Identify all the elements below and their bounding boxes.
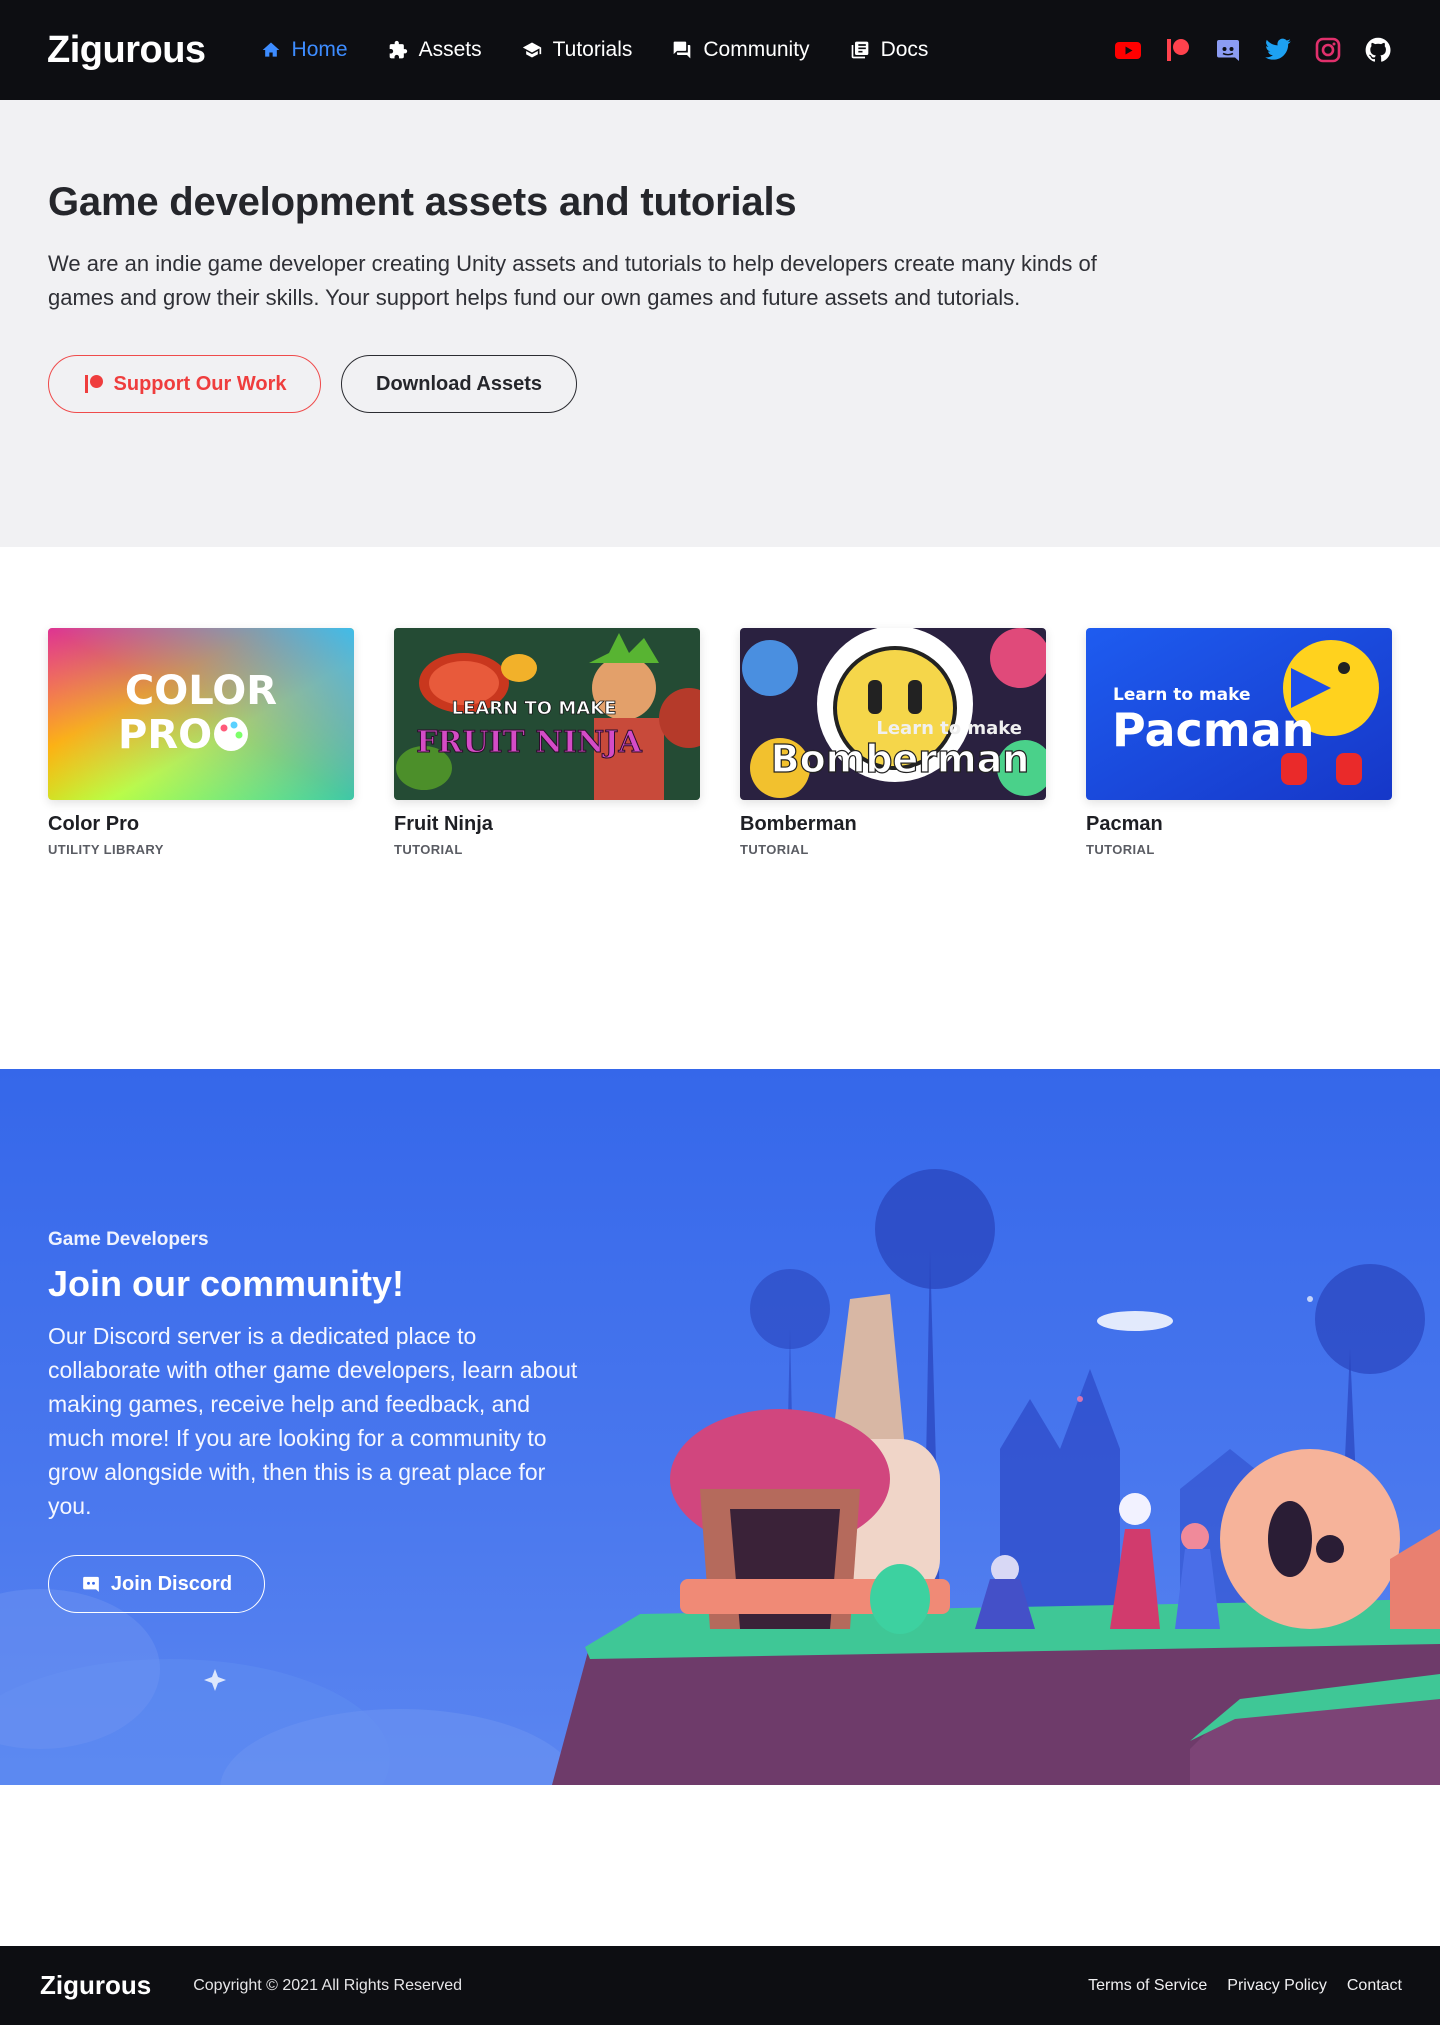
contact-link[interactable]: Contact [1347, 1977, 1402, 1995]
hero-section: Game development assets and tutorials We… [0, 100, 1440, 547]
nav-item-label: Community [703, 38, 810, 61]
card-art-text: FRUIT NINJA [416, 725, 642, 760]
brand-logo[interactable]: Zigurous [47, 29, 206, 72]
nav-item-label: Assets [418, 38, 482, 61]
community-description: Our Discord server is a dedicated place … [48, 1323, 578, 1519]
instagram-icon[interactable] [1313, 35, 1343, 65]
nav-item-home[interactable]: Home [261, 38, 348, 62]
twitter-icon[interactable] [1263, 35, 1293, 65]
discord-icon [83, 1576, 99, 1592]
privacy-link[interactable]: Privacy Policy [1227, 1977, 1327, 1995]
card-color-pro[interactable]: COLOR PRO Color Pro UTILITY LIBRARY [48, 628, 354, 1069]
card-art-text: Learn to make [876, 718, 1022, 739]
card-bomberman[interactable]: Learn to make Bomberman Bomberman TUTORI… [740, 628, 1046, 1069]
footer-links: Terms of Service Privacy Policy Contact [1088, 1977, 1402, 1995]
card-subtitle: UTILITY LIBRARY [48, 842, 164, 857]
nav-item-docs[interactable]: Docs [850, 38, 929, 62]
docs-icon [851, 41, 868, 59]
main-menu: Home Assets Tutorials Community Docs [261, 38, 1113, 62]
page-title: Game development assets and tutorials [48, 180, 797, 224]
download-assets-button[interactable]: Download Assets [341, 355, 577, 413]
card-title[interactable]: Color Pro [48, 813, 354, 836]
support-button-label: Support Our Work [113, 372, 287, 395]
join-discord-button[interactable]: Join Discord [48, 1555, 265, 1613]
card-thumbnail[interactable]: LEARN TO MAKE FRUIT NINJA [394, 628, 700, 800]
community-title: Join our community! [48, 1263, 405, 1304]
graduation-cap-icon [522, 42, 541, 58]
discord-icon[interactable] [1213, 35, 1243, 65]
community-section: Game Developers Join our community! Our … [0, 1069, 1440, 1785]
card-pacman[interactable]: Learn to make Pacman Pacman TUTORIAL [1086, 628, 1392, 1069]
nav-item-label: Tutorials [552, 38, 633, 61]
nav-item-community[interactable]: Community [672, 38, 810, 62]
card-fruit-ninja[interactable]: LEARN TO MAKE FRUIT NINJA Fruit Ninja TU… [394, 628, 700, 1069]
card-art-text: Learn to make [1113, 685, 1251, 705]
support-button[interactable]: Support Our Work [48, 355, 321, 413]
top-navbar: Zigurous Home Assets Tutorials Community… [0, 0, 1440, 100]
card-title[interactable]: Pacman [1086, 813, 1392, 836]
community-content: Game Developers Join our community! Our … [48, 1229, 588, 1613]
nav-item-label: Docs [880, 38, 929, 61]
footer: Zigurous Copyright © 2021 All Rights Res… [0, 1946, 1440, 2025]
social-links [1113, 35, 1393, 65]
chat-icon [674, 41, 691, 59]
puzzle-icon [389, 40, 407, 59]
hero-description: We are an indie game developer creating … [48, 251, 1097, 310]
patreon-icon[interactable] [1163, 35, 1193, 65]
patreon-icon [84, 375, 103, 393]
nav-item-assets[interactable]: Assets [388, 38, 482, 62]
page-spacer [0, 1785, 1440, 1946]
card-thumbnail[interactable]: COLOR PRO [48, 628, 354, 800]
card-subtitle: TUTORIAL [1086, 842, 1155, 857]
footer-logo[interactable]: Zigurous [40, 1970, 151, 2001]
card-subtitle: TUTORIAL [394, 842, 463, 857]
card-art-text: LEARN TO MAKE [452, 698, 617, 719]
card-subtitle: TUTORIAL [740, 842, 809, 857]
youtube-icon[interactable] [1113, 35, 1143, 65]
nav-item-label: Home [291, 38, 348, 61]
card-title[interactable]: Bomberman [740, 813, 1046, 836]
card-thumbnail[interactable]: Learn to make Bomberman [740, 628, 1046, 800]
card-art-text: Bomberman [771, 737, 1030, 781]
terms-link[interactable]: Terms of Service [1088, 1977, 1207, 1995]
card-art-text: COLOR [125, 668, 277, 714]
hero-actions: Support Our Work Download Assets [48, 355, 1392, 413]
community-eyebrow: Game Developers [48, 1229, 209, 1250]
card-thumbnail[interactable]: Learn to make Pacman [1086, 628, 1392, 800]
card-art-text: Pacman [1112, 703, 1315, 757]
nav-item-tutorials[interactable]: Tutorials [522, 38, 633, 62]
github-icon[interactable] [1363, 35, 1393, 65]
card-art-text: PRO [118, 712, 212, 758]
card-title[interactable]: Fruit Ninja [394, 813, 700, 836]
download-button-label: Download Assets [376, 372, 542, 395]
copyright-text: Copyright © 2021 All Rights Reserved [193, 1976, 463, 1994]
join-discord-label: Join Discord [110, 1572, 233, 1595]
featured-cards: COLOR PRO Color Pro UTILITY LIBRARY LEAR… [0, 547, 1440, 1069]
home-icon [262, 42, 279, 57]
